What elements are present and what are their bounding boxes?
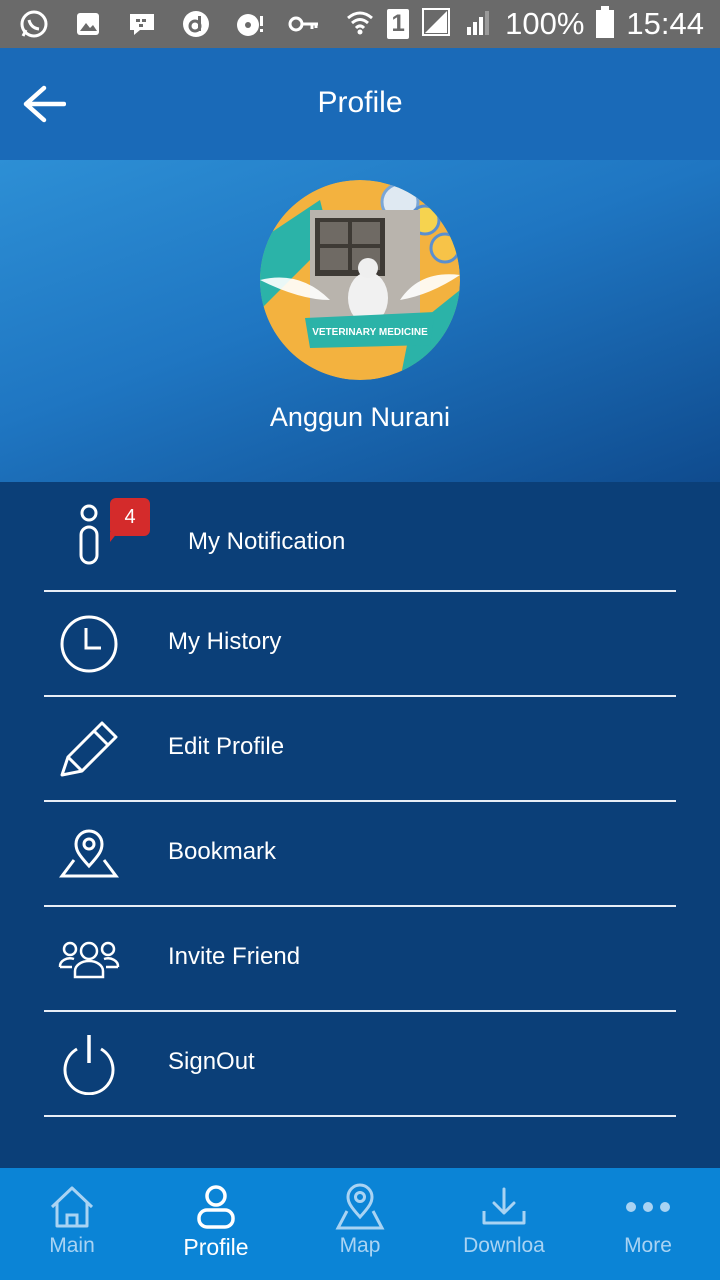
- clock: 15:44: [626, 6, 704, 41]
- battery-percent: 100%: [505, 6, 585, 41]
- wifi-icon: [345, 8, 375, 41]
- status-bar: 1 100% 15:44: [0, 0, 720, 48]
- disc-alert-icon: [234, 8, 266, 40]
- badge-tail: [110, 532, 118, 542]
- group-icon: [56, 929, 122, 989]
- clock-icon: [56, 614, 122, 674]
- nav-map[interactable]: Map: [288, 1168, 432, 1280]
- home-icon: [0, 1182, 144, 1232]
- nav-label: Map: [339, 1234, 381, 1257]
- signal-icon-2: [463, 7, 493, 42]
- nav-label: Downloa: [463, 1234, 545, 1257]
- avatar-banner-text: VETERINARY MEDICINE: [312, 327, 428, 338]
- nav-main[interactable]: Main: [0, 1168, 144, 1280]
- signal-icon-1: [421, 7, 451, 42]
- nav-label: More: [624, 1234, 672, 1257]
- power-icon: [56, 1034, 122, 1095]
- gallery-icon: [72, 8, 104, 40]
- user-icon: [144, 1182, 288, 1232]
- profile-header: VETERINARY MEDICINE Anggun Nurani: [0, 160, 720, 482]
- dailymotion-icon: [180, 8, 212, 40]
- notification-badge: 4: [110, 498, 150, 536]
- menu-item-label: My Notification: [188, 528, 346, 555]
- system-status: 1 100% 15:44: [345, 4, 704, 44]
- nav-label: Profile: [183, 1234, 249, 1260]
- menu-item-label: Invite Friend: [168, 943, 301, 970]
- nav-more[interactable]: More: [576, 1168, 720, 1280]
- menu-item-signout[interactable]: SignOut: [44, 1012, 676, 1117]
- notification-icons: [18, 8, 320, 40]
- menu-item-edit-profile[interactable]: Edit Profile: [44, 697, 676, 802]
- bbm-icon: [126, 8, 158, 40]
- sim-indicator: 1: [387, 9, 410, 39]
- nav-download[interactable]: Downloa: [432, 1168, 576, 1280]
- avatar[interactable]: VETERINARY MEDICINE: [260, 180, 460, 380]
- nav-label: Main: [49, 1234, 95, 1257]
- nav-profile[interactable]: Profile: [144, 1168, 288, 1280]
- map-pin-icon: [56, 824, 122, 884]
- map-pin-icon: [288, 1182, 432, 1232]
- whatsapp-icon: [18, 8, 50, 40]
- menu-item-label: SignOut: [168, 1048, 255, 1075]
- menu-item-label: Edit Profile: [168, 733, 285, 760]
- bottom-nav: Main Profile Map Downloa More: [0, 1168, 720, 1280]
- more-icon: [576, 1182, 720, 1232]
- menu-item-label: My History: [168, 628, 282, 655]
- pencil-icon: [56, 719, 122, 779]
- menu-item-invite-friend[interactable]: Invite Friend: [44, 907, 676, 1012]
- key-icon: [288, 8, 320, 40]
- user-name: Anggun Nurani: [269, 402, 451, 432]
- page-title: Profile: [317, 86, 403, 119]
- profile-menu: 4 My Notification My History Edit Profil…: [44, 482, 676, 1117]
- menu-item-bookmark[interactable]: Bookmark: [44, 802, 676, 907]
- download-icon: [432, 1182, 576, 1232]
- menu-item-notification[interactable]: 4 My Notification: [44, 482, 676, 592]
- battery-icon: [596, 5, 615, 43]
- app-bar: Profile: [0, 48, 720, 160]
- menu-item-label: Bookmark: [168, 838, 277, 865]
- menu-item-history[interactable]: My History: [44, 592, 676, 697]
